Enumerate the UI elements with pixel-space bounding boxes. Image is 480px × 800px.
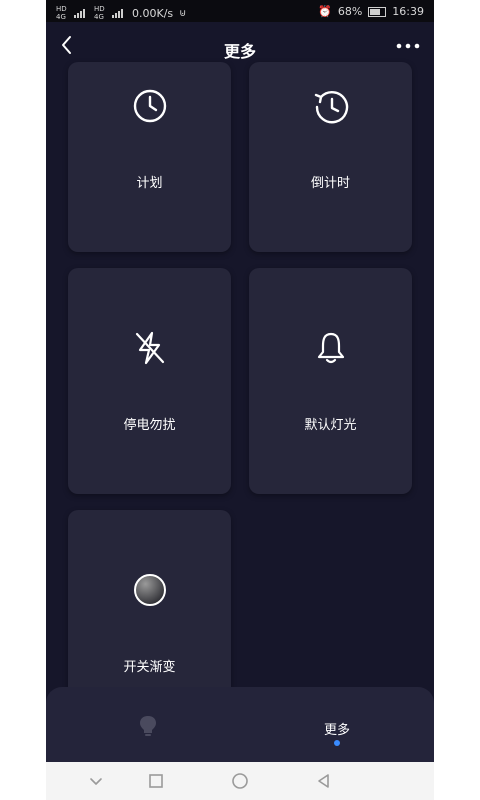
card-label: 倒计时 (310, 176, 350, 191)
nav-label-more: 更多 (323, 723, 350, 738)
signal-icon (74, 8, 88, 18)
more-options-button[interactable] (394, 38, 422, 52)
gradient-circle-icon (68, 572, 231, 608)
countdown-icon (249, 88, 412, 126)
bell-icon (249, 330, 412, 366)
flash-off-icon (68, 330, 231, 366)
home-button[interactable] (230, 771, 250, 791)
square-icon (149, 774, 163, 788)
clock-icon (68, 88, 231, 124)
battery-icon (368, 6, 387, 17)
triangle-back-icon (318, 774, 329, 788)
nav-item-more[interactable]: 更多 (240, 687, 434, 762)
collapse-button[interactable] (86, 771, 106, 791)
nav-item-light[interactable] (46, 687, 240, 762)
clock-time: 16:39 (392, 5, 424, 18)
more-dots-icon (396, 43, 420, 49)
active-indicator (334, 740, 340, 746)
bottom-nav: 更多 (46, 687, 434, 762)
battery-percent: 68% (337, 5, 363, 18)
card-label: 开关渐变 (123, 660, 176, 675)
card-label: 默认灯光 (304, 418, 357, 433)
status-bar: HD 4G HD 4G 0.00K/s ⊍ ⏰ 68% 16:39 (46, 0, 434, 22)
signal-label-1: HD 4G (56, 5, 67, 21)
bulb-icon (140, 716, 156, 736)
recent-apps-button[interactable] (146, 771, 166, 791)
back-nav-button[interactable] (314, 771, 334, 791)
app-screen: 更多 计划 倒计时 停电勿扰 默认灯光 开关渐变 更多 (46, 22, 434, 762)
circle-icon (232, 773, 248, 789)
alarm-icon: ⏰ (318, 5, 332, 18)
signal-label-2: HD 4G (94, 5, 105, 21)
card-countdown[interactable]: 倒计时 (249, 62, 412, 252)
system-nav-bar (46, 762, 434, 800)
notification-icon: ⊍ (179, 7, 187, 19)
card-default-light[interactable]: 默认灯光 (249, 268, 412, 494)
card-schedule[interactable]: 计划 (68, 62, 231, 252)
page-title: 更多 (223, 42, 256, 61)
card-label: 计划 (136, 176, 163, 191)
card-power-off-dnd[interactable]: 停电勿扰 (68, 268, 231, 494)
network-speed: 0.00K/s (132, 6, 174, 20)
card-label: 停电勿扰 (123, 418, 176, 433)
signal-icon-2 (112, 8, 126, 18)
chevron-down-icon (90, 778, 102, 785)
